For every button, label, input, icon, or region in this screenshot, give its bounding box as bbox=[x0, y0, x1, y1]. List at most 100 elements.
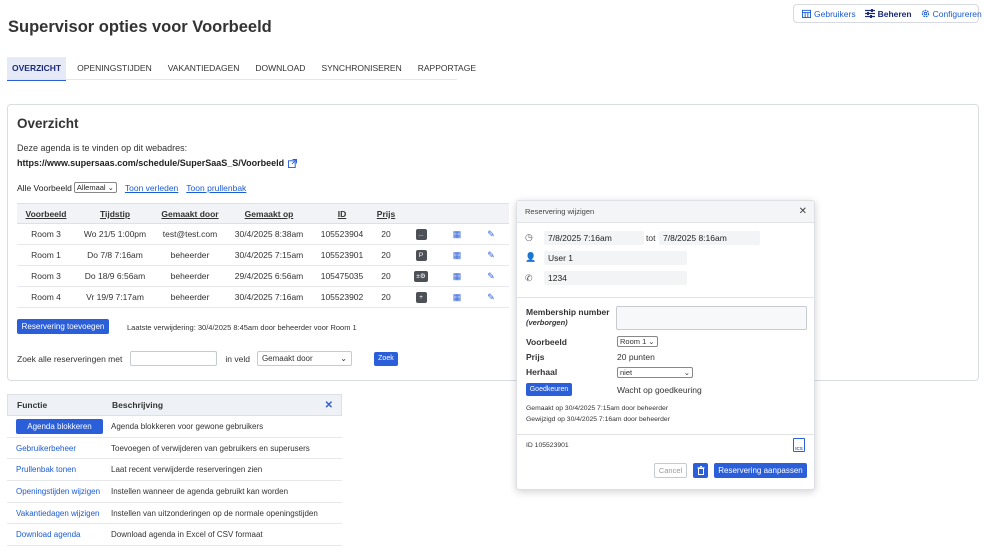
status-badge: ±⚙ bbox=[414, 270, 428, 282]
user-field[interactable]: User 1 bbox=[544, 251, 687, 265]
cell-id: 105523901 bbox=[313, 244, 371, 266]
chevron-down-icon: ⌄ bbox=[683, 368, 690, 377]
status-badge: P bbox=[415, 250, 427, 261]
phone-icon: ✆ bbox=[525, 273, 533, 283]
tab-overview[interactable]: OVERZICHT bbox=[7, 57, 67, 81]
col-id[interactable]: ID bbox=[313, 203, 371, 224]
gear-icon bbox=[921, 9, 929, 18]
save-reservation-button[interactable]: Reservering aanpassen bbox=[714, 463, 807, 478]
nav-configure[interactable]: Configureren bbox=[921, 9, 982, 19]
last-deletion-text: Laatste verwijdering: 30/4/2025 8:45am d… bbox=[127, 323, 357, 332]
approval-status: Wacht op goedkeuring bbox=[617, 385, 702, 395]
col-resource[interactable]: Voorbeeld bbox=[17, 203, 75, 224]
calendar-icon[interactable]: ▦ bbox=[453, 229, 462, 239]
filter-select[interactable]: Allemaal ⌄ bbox=[73, 182, 117, 193]
block-agenda-button[interactable]: Agenda blokkeren bbox=[16, 418, 103, 434]
calendar-icon[interactable]: ▦ bbox=[453, 292, 462, 302]
opening-hours-link[interactable]: Openingstijden wijzigen bbox=[16, 487, 100, 496]
cell-id: 105523902 bbox=[313, 286, 371, 308]
end-time-field[interactable]: 7/8/2025 8:16am bbox=[659, 231, 760, 245]
dialog-header: Reservering wijzigen ✕ bbox=[517, 201, 814, 223]
cell-created-by: test@test.com bbox=[155, 223, 225, 245]
membership-label: Membership number bbox=[526, 307, 610, 317]
tab-reporting[interactable]: RAPPORTAGE bbox=[413, 57, 481, 81]
search-button[interactable]: Zoek bbox=[373, 351, 398, 366]
ics-label: ICS bbox=[795, 446, 803, 451]
cancel-button[interactable]: Cancel bbox=[654, 463, 687, 478]
top-navigation: Gebruikers Beheren Configureren bbox=[793, 4, 982, 23]
show-trash-link[interactable]: Toon prullenbak bbox=[186, 183, 246, 193]
col-time[interactable]: Tijdstip bbox=[75, 203, 155, 224]
edit-icon[interactable]: ✎ bbox=[487, 229, 495, 239]
nav-users[interactable]: Gebruikers bbox=[802, 9, 856, 19]
trash-icon bbox=[697, 466, 704, 475]
reservations-table: Voorbeeld Tijdstip Gemaakt door Gemaakt … bbox=[17, 203, 509, 308]
search-input[interactable] bbox=[130, 351, 218, 366]
table-row[interactable]: Room 4 Vr 19/9 7:17am beheerder 30/4/202… bbox=[17, 286, 509, 308]
holidays-link[interactable]: Vakantiedagen wijzigen bbox=[16, 509, 99, 518]
col-created-by[interactable]: Gemaakt door bbox=[155, 203, 225, 224]
close-icon[interactable]: ✕ bbox=[799, 206, 807, 217]
col-created-on[interactable]: Gemaakt op bbox=[225, 203, 313, 224]
approve-button[interactable]: Goedkeuren bbox=[526, 383, 572, 396]
overview-title: Overzicht bbox=[17, 116, 79, 131]
cell-resource: Room 1 bbox=[17, 244, 75, 266]
edit-icon[interactable]: ✎ bbox=[487, 250, 495, 260]
function-row-block: Agenda blokkeren Agenda blokkeren voor g… bbox=[7, 416, 342, 438]
schedule-url-text[interactable]: https://www.supersaas.com/schedule/Super… bbox=[17, 158, 284, 168]
cell-id: 105523904 bbox=[313, 223, 371, 245]
search-field-select[interactable]: Gemaakt door ⌄ bbox=[256, 351, 352, 366]
functions-col-description: Beschrijving bbox=[112, 400, 164, 410]
cell-resource: Room 3 bbox=[17, 223, 75, 245]
edit-icon[interactable]: ✎ bbox=[487, 292, 495, 302]
nav-manage[interactable]: Beheren bbox=[864, 9, 912, 19]
user-icon: 👤 bbox=[525, 252, 537, 262]
tab-download[interactable]: DOWNLOAD bbox=[250, 57, 310, 81]
repeat-select[interactable]: niet ⌄ bbox=[617, 367, 693, 378]
ics-download-icon[interactable]: ICS bbox=[793, 438, 805, 452]
edit-icon[interactable]: ✎ bbox=[487, 271, 495, 281]
cell-created-by: beheerder bbox=[155, 244, 225, 266]
filter-label: Alle Voorbeeld bbox=[17, 182, 72, 193]
filter-row: Alle Voorbeeld Allemaal ⌄ Toon verleden … bbox=[17, 182, 246, 193]
cell-price: 20 bbox=[371, 265, 401, 287]
overview-panel: Overzicht Deze agenda is te vinden op di… bbox=[7, 104, 979, 381]
tab-divider bbox=[7, 79, 457, 80]
sliders-icon bbox=[864, 9, 875, 18]
show-trash-function-link[interactable]: Prullenbak tonen bbox=[16, 465, 76, 474]
delete-button[interactable] bbox=[693, 463, 708, 478]
resource-select[interactable]: Room 1 ⌄ bbox=[617, 336, 658, 347]
cell-price: 20 bbox=[371, 223, 401, 245]
repeat-select-value: niet bbox=[620, 368, 633, 377]
price-value: 20 punten bbox=[617, 352, 655, 362]
membership-textarea[interactable] bbox=[616, 306, 807, 330]
reservation-id: ID 105523901 bbox=[526, 442, 569, 449]
col-price[interactable]: Prijs bbox=[371, 203, 401, 224]
calendar-icon[interactable]: ▦ bbox=[453, 271, 462, 281]
calendar-icon[interactable]: ▦ bbox=[453, 250, 462, 260]
resource-label: Voorbeeld bbox=[526, 337, 567, 347]
search-field-value: Gemaakt door bbox=[261, 354, 313, 363]
status-badge: ... bbox=[415, 229, 427, 240]
table-row[interactable]: Room 3 Wo 21/5 1:00pm test@test.com 30/4… bbox=[17, 223, 509, 245]
tab-synchronise[interactable]: SYNCHRONISEREN bbox=[316, 57, 406, 81]
tab-opening-hours[interactable]: OPENINGSTIJDEN bbox=[72, 57, 157, 81]
phone-field[interactable]: 1234 bbox=[544, 271, 687, 285]
download-agenda-link[interactable]: Download agenda bbox=[16, 530, 81, 539]
clock-icon: ◷ bbox=[525, 232, 533, 242]
filter-select-value: Allemaal bbox=[76, 183, 106, 192]
external-link-icon[interactable] bbox=[288, 158, 298, 168]
start-time-field[interactable]: 7/8/2025 7:16am bbox=[544, 231, 644, 245]
functions-col-function: Functie bbox=[17, 400, 48, 410]
table-row[interactable]: Room 3 Do 18/9 6:56am beheerder 29/4/202… bbox=[17, 265, 509, 287]
add-reservation-button[interactable]: Reservering toevoegen bbox=[17, 319, 109, 334]
function-row-opening-hours: Openingstijden wijzigen Instellen wannee… bbox=[7, 481, 342, 503]
tab-bar: OVERZICHT OPENINGSTIJDEN VAKANTIEDAGEN D… bbox=[7, 57, 487, 81]
function-row-users: Gebruikerbeheer Toevoegen of verwijderen… bbox=[7, 438, 342, 460]
cell-created-by: beheerder bbox=[155, 286, 225, 308]
user-management-link[interactable]: Gebruikerbeheer bbox=[16, 444, 76, 453]
table-row[interactable]: Room 1 Do 7/8 7:16am beheerder 30/4/2025… bbox=[17, 244, 509, 266]
show-past-link[interactable]: Toon verleden bbox=[125, 183, 178, 193]
close-icon[interactable]: ✕ bbox=[325, 400, 333, 411]
tab-holidays[interactable]: VAKANTIEDAGEN bbox=[163, 57, 245, 81]
